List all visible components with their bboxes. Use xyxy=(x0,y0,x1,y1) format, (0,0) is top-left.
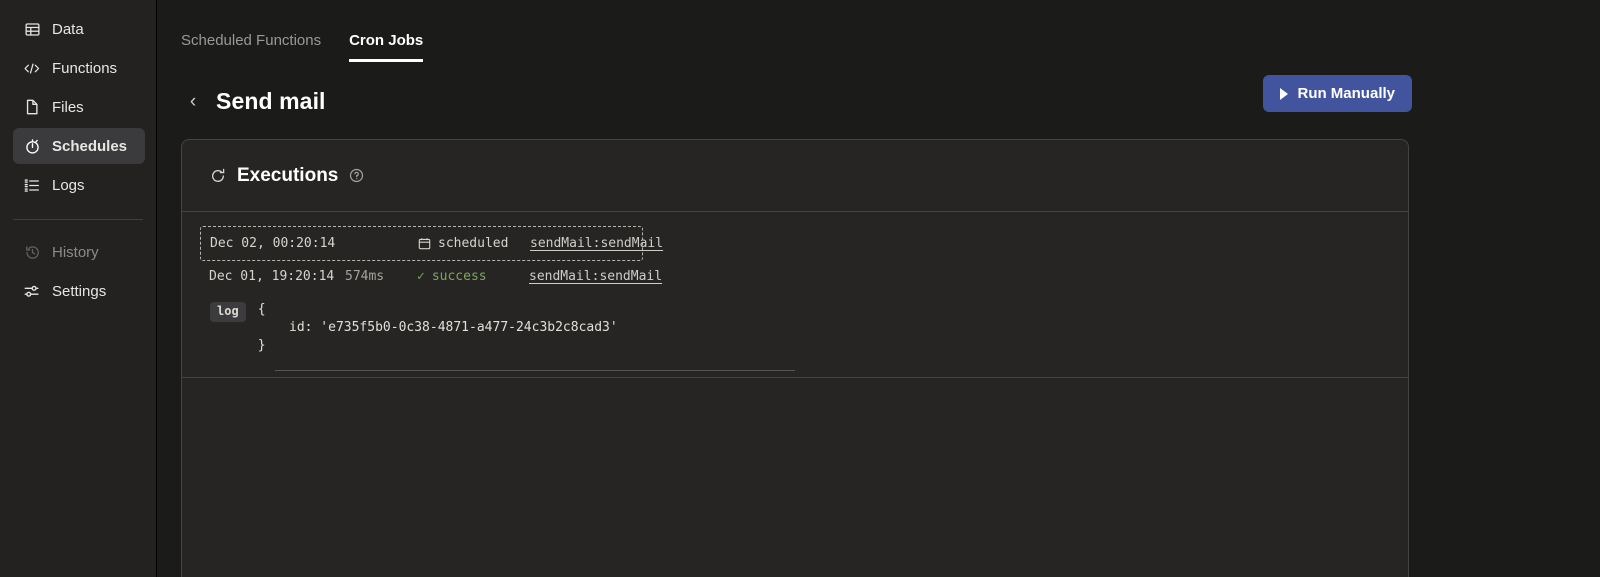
execution-status: scheduled xyxy=(418,236,530,251)
sidebar-item-label: Logs xyxy=(52,176,85,194)
sidebar-item-label: Files xyxy=(52,98,84,116)
sidebar-item-label: Schedules xyxy=(52,137,128,155)
sidebar-divider xyxy=(13,219,143,220)
executions-body: Dec 02, 00:20:14 scheduled sendMail:send… xyxy=(182,212,1408,378)
refresh-icon[interactable] xyxy=(210,168,226,184)
log-badge: log xyxy=(210,302,246,322)
calendar-icon xyxy=(418,237,431,250)
sidebar-item-settings[interactable]: Settings xyxy=(13,273,145,309)
sidebar-item-label: Data xyxy=(52,20,84,38)
execution-function[interactable]: sendMail:sendMail xyxy=(530,236,663,251)
executions-panel-header: Executions xyxy=(182,140,1408,212)
sidebar-item-schedules[interactable]: Schedules xyxy=(13,128,145,164)
tab-bar: Scheduled Functions Cron Jobs xyxy=(157,0,1600,62)
execution-status-label: scheduled xyxy=(438,236,509,251)
execution-log-block: log { id: 'e735f5b0-0c38-4871-a477-24c3b… xyxy=(182,301,1408,356)
sidebar-item-label: Settings xyxy=(52,282,107,300)
sidebar-item-logs[interactable]: Logs xyxy=(13,167,145,203)
executions-panel: Executions Dec 02, 00:20:14 scheduled se… xyxy=(181,139,1409,577)
execution-date: Dec 02, 00:20:14 xyxy=(210,236,336,251)
execution-status: ✓ success xyxy=(417,269,529,284)
executions-list: Dec 02, 00:20:14 scheduled sendMail:send… xyxy=(182,226,1408,292)
execution-row[interactable]: Dec 01, 19:20:14 574ms ✓ success sendMai… xyxy=(200,261,662,292)
log-separator xyxy=(275,369,795,371)
help-circle-icon[interactable] xyxy=(349,168,364,183)
sidebar-item-history[interactable]: History xyxy=(13,234,145,270)
sidebar-item-label: Functions xyxy=(52,59,118,77)
execution-duration: 574ms xyxy=(345,269,385,284)
file-icon xyxy=(23,98,41,116)
main-content: Scheduled Functions Cron Jobs ‹ Send mai… xyxy=(157,0,1600,577)
page-title: Send mail xyxy=(216,87,326,114)
executions-bottom-border xyxy=(182,376,1408,378)
execution-row[interactable]: Dec 02, 00:20:14 scheduled sendMail:send… xyxy=(200,226,663,261)
execution-function-link[interactable]: sendMail:sendMail xyxy=(530,236,663,251)
check-icon: ✓ xyxy=(417,269,425,284)
run-manually-button[interactable]: Run Manually xyxy=(1263,75,1412,112)
log-body: { id: 'e735f5b0-0c38-4871-a477-24c3b2c8c… xyxy=(257,302,618,354)
execution-function[interactable]: sendMail:sendMail xyxy=(529,269,662,284)
page-header: ‹ Send mail Run Manually xyxy=(157,62,1600,124)
run-manually-label: Run Manually xyxy=(1297,85,1395,102)
tab-cron-jobs[interactable]: Cron Jobs xyxy=(349,33,424,62)
play-icon xyxy=(1280,87,1289,100)
sidebar-item-functions[interactable]: Functions xyxy=(13,50,145,86)
app-root: Data Functions Files Schedules Logs Hist… xyxy=(0,0,1600,577)
code-icon xyxy=(23,59,41,77)
tab-scheduled-functions[interactable]: Scheduled Functions xyxy=(181,33,321,62)
execution-function-link[interactable]: sendMail:sendMail xyxy=(529,269,662,284)
sidebar-item-label: History xyxy=(52,243,99,261)
stopwatch-icon xyxy=(23,137,41,155)
history-icon xyxy=(23,243,41,261)
execution-status-label: success xyxy=(431,269,487,284)
sidebar-item-files[interactable]: Files xyxy=(13,89,145,125)
settings-icon xyxy=(23,282,41,300)
execution-date: Dec 01, 19:20:14 xyxy=(209,269,335,284)
back-button[interactable]: ‹ xyxy=(181,89,205,113)
table-icon xyxy=(23,20,41,38)
sidebar-item-data[interactable]: Data xyxy=(13,11,145,47)
sidebar: Data Functions Files Schedules Logs Hist… xyxy=(0,0,157,577)
list-icon xyxy=(23,176,41,194)
executions-title: Executions xyxy=(237,164,339,186)
